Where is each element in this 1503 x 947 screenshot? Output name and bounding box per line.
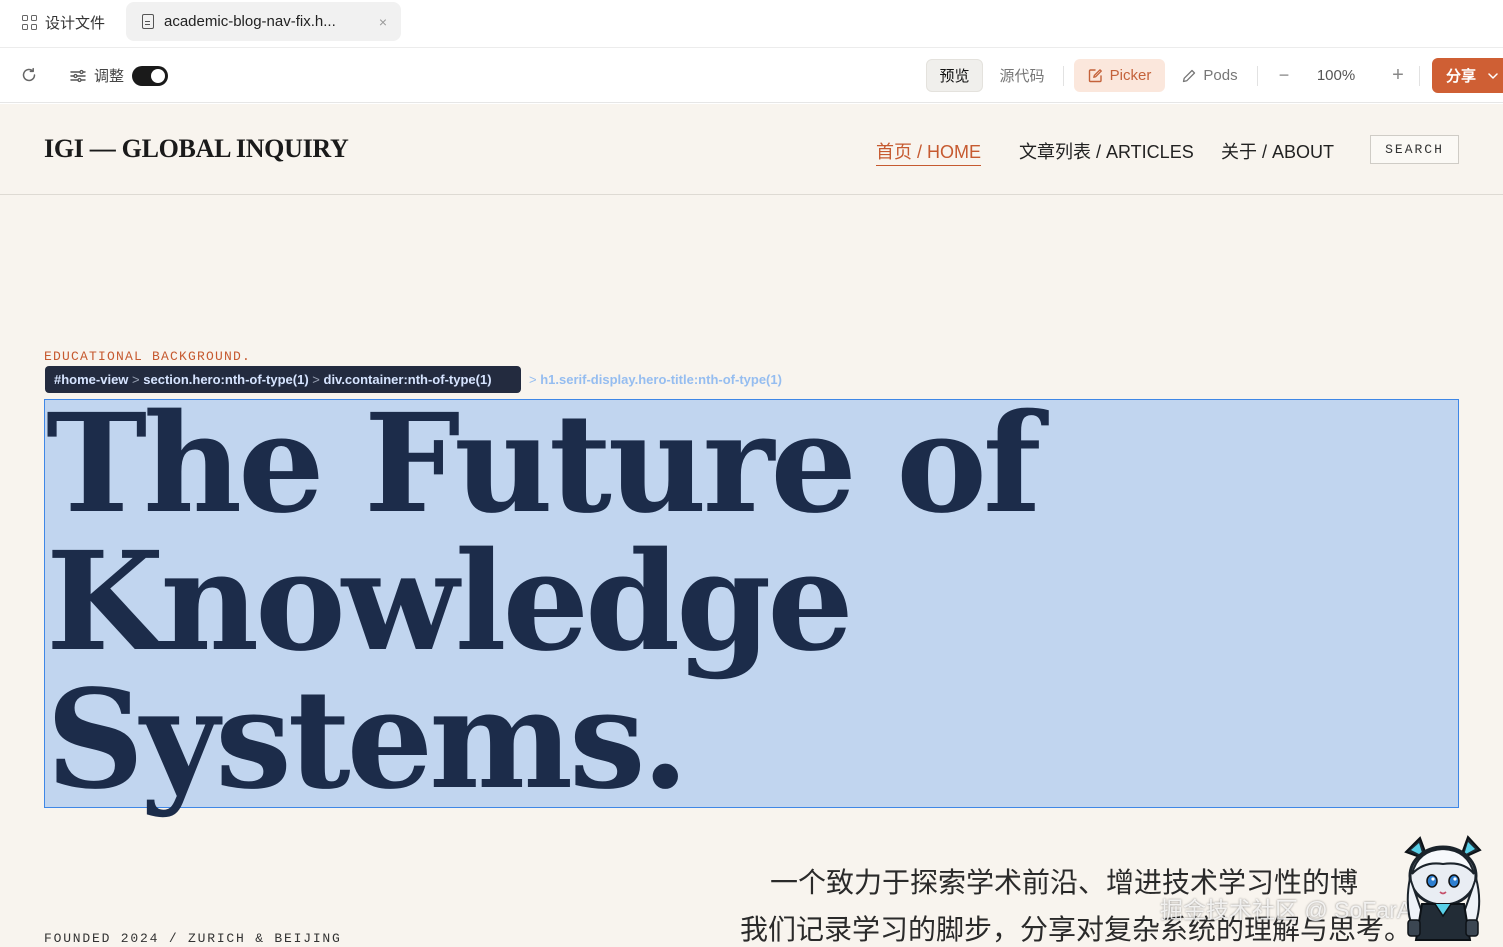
chevron-down-icon [1488,72,1498,79]
preview-canvas: IGI — GLOBAL INQUIRY 首页 / HOME 文章列表 / AR… [0,104,1503,947]
hero-eyebrow: EDUCATIONAL BACKGROUND. [44,349,252,364]
hero-title[interactable]: The Future of Knowledge Systems. [46,384,1041,820]
source-code-button[interactable]: 源代码 [992,59,1052,92]
zoom-in-button[interactable]: + [1386,61,1410,89]
zoom-level: 100% [1316,66,1356,84]
nav-link-home[interactable]: 首页 / HOME [876,138,982,166]
pods-label: Pods [1203,67,1238,84]
preview-button[interactable]: 预览 [926,59,983,92]
toolbar: 调整 预览 源代码 Picker Pods − 100% + 分享 [0,49,1503,103]
picker-label: Picker [1109,67,1152,84]
pencil-icon [1183,69,1196,82]
tab-design-files[interactable]: 设计文件 [22,11,105,33]
hero-title-line: The Future of [46,384,1041,544]
site-header: IGI — GLOBAL INQUIRY 首页 / HOME 文章列表 / AR… [0,104,1503,195]
refresh-icon[interactable] [20,66,38,84]
toolbar-divider [1063,66,1064,86]
tab-bar: 设计文件 academic-blog-nav-fix.h... × [0,0,1503,48]
tab-active-file[interactable]: academic-blog-nav-fix.h... × [126,2,401,41]
adjust-control[interactable]: 调整 [70,65,124,86]
site-logo-title[interactable]: IGI — GLOBAL INQUIRY [44,134,349,164]
share-button[interactable]: 分享 [1432,58,1503,93]
zoom-out-button[interactable]: − [1272,61,1296,89]
hero-title-line: Systems. [46,660,689,820]
adjust-toggle[interactable] [132,66,168,86]
edit-icon [1088,69,1102,83]
search-button[interactable]: SEARCH [1370,135,1459,164]
picker-button[interactable]: Picker [1074,59,1165,92]
founded-caption: FOUNDED 2024 / ZURICH & BEIJING [44,931,342,946]
nav-link-about[interactable]: 关于 / ABOUT [1221,138,1334,164]
toolbar-divider [1257,66,1258,86]
file-icon [142,14,154,29]
mascot-sticker-image [1404,835,1482,941]
toolbar-divider [1419,66,1420,86]
share-label: 分享 [1446,68,1477,85]
tab-file-label: academic-blog-nav-fix.h... [164,13,336,30]
pods-button[interactable]: Pods [1176,59,1244,92]
nav-link-articles[interactable]: 文章列表 / ARTICLES [1019,138,1194,164]
sliders-icon [70,69,86,82]
tab-design-files-label: 设计文件 [45,14,106,32]
hero-title-line: Knowledge [46,522,854,682]
adjust-label: 调整 [94,68,125,85]
grid-icon [22,14,37,30]
close-icon[interactable]: × [379,14,387,30]
